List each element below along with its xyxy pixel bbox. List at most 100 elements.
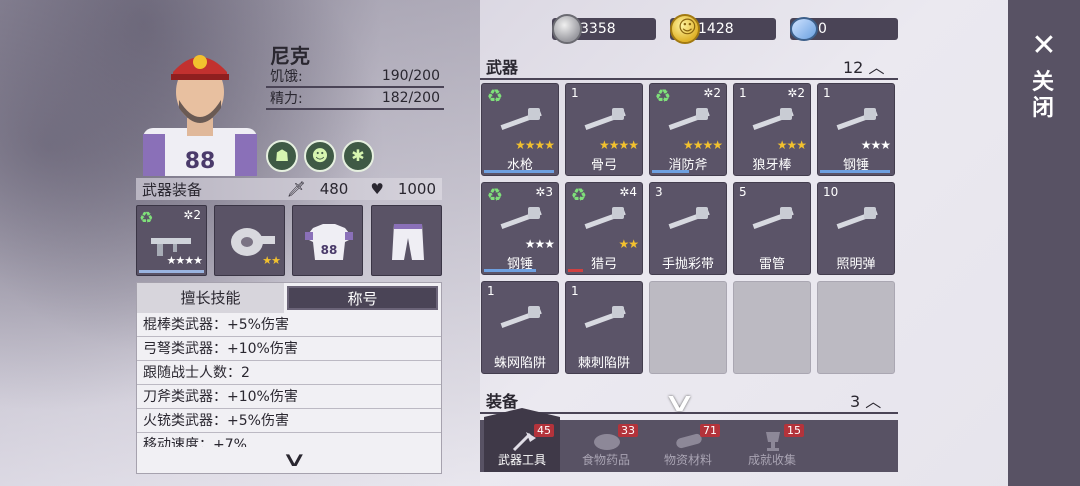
pants-icon bbox=[392, 224, 424, 260]
stat-energy-value: 182/200 bbox=[381, 90, 440, 106]
chevron-down-icon[interactable]: ∨ bbox=[281, 447, 307, 471]
item-stars: ★★★★ bbox=[682, 138, 723, 152]
chevron-up-icon[interactable]: ︿ bbox=[868, 58, 884, 77]
empty-weapon-slot bbox=[733, 281, 811, 374]
weapon-item[interactable]: 3 手抛彩带 bbox=[649, 182, 727, 275]
stat-hunger: 饥饿: 190/200 bbox=[266, 66, 444, 88]
tab-skills[interactable]: 擅长技能 bbox=[137, 283, 284, 313]
equip-slot-weapon[interactable]: ♻ ✲2 ★★★★ bbox=[136, 205, 207, 276]
item-durability-bar bbox=[568, 269, 583, 272]
weapon-art-icon bbox=[752, 108, 794, 131]
item-gear-level: ✲2 bbox=[787, 86, 805, 100]
photo-ticket-icon bbox=[790, 17, 818, 41]
stat-energy-label: 精力: bbox=[270, 91, 303, 107]
equipment-count[interactable]: 3 ︿ bbox=[850, 388, 881, 412]
tab-label: 食物药品 bbox=[581, 453, 630, 467]
skill-line: 弓弩类武器：+10%伤害 bbox=[137, 337, 441, 361]
item-stars: ★★ bbox=[618, 237, 639, 251]
weapons-divider bbox=[480, 78, 898, 80]
weapon-art-icon bbox=[584, 306, 626, 329]
equipment-title: 装备 bbox=[486, 392, 519, 411]
weapon-art-icon bbox=[668, 207, 710, 230]
item-gear-level: ✲2 bbox=[703, 86, 721, 100]
tab-label: 武器工具 bbox=[497, 453, 546, 467]
item-stars: ★★★★ bbox=[514, 138, 555, 152]
weapons-title: 武器 bbox=[486, 58, 519, 77]
item-stars: ★★★ bbox=[860, 138, 891, 152]
weapon-item[interactable]: 10 照明弹 bbox=[817, 182, 895, 275]
item-quantity: 1 bbox=[571, 86, 579, 100]
character-name: 尼克 bbox=[270, 44, 310, 68]
equip-slot-shirt[interactable]: 88 bbox=[292, 205, 363, 276]
body-icon[interactable]: ✱ bbox=[342, 140, 374, 172]
tab-materials[interactable]: 71 物资材料 bbox=[650, 420, 726, 472]
weapon-art-icon bbox=[500, 108, 542, 131]
item-stars: ★★★★ bbox=[598, 138, 639, 152]
close-icon[interactable]: ✕ bbox=[1030, 31, 1058, 61]
item-name: 棘刺陷阱 bbox=[577, 356, 630, 371]
weapon-item[interactable]: ♻ ✲4 ★★ 猎弓 bbox=[565, 182, 643, 275]
item-quantity: 1 bbox=[571, 284, 579, 298]
mood-icon[interactable]: ☻ bbox=[304, 140, 336, 172]
stat-hunger-label: 饥饿: bbox=[270, 69, 303, 85]
tab-count-badge: 15 bbox=[784, 424, 804, 437]
tab-label: 物资材料 bbox=[663, 453, 712, 467]
close-button[interactable]: 关闭 bbox=[1030, 70, 1056, 122]
tab-weapon-tools[interactable]: 45 武器工具 bbox=[484, 408, 560, 472]
skill-line: 刀斧类武器：+10%伤害 bbox=[137, 385, 441, 409]
tab-food-medicine[interactable]: 33 食物药品 bbox=[568, 420, 644, 472]
tab-count-badge: 71 bbox=[700, 424, 720, 437]
weapon-item[interactable]: 1 ★★★ 钢锤 bbox=[817, 83, 895, 176]
silver-coin-icon bbox=[552, 14, 582, 44]
skill-line: 火铳类武器：+5%伤害 bbox=[137, 409, 441, 433]
weapon-art-icon bbox=[584, 108, 626, 131]
weapon-item[interactable]: ♻ ✲3 ★★★ 钢锤 bbox=[481, 182, 559, 275]
item-name: 蛛网陷阱 bbox=[493, 356, 546, 371]
sword-icon: 🗡 bbox=[286, 180, 306, 198]
skill-line: 棍棒类武器：+5%伤害 bbox=[137, 313, 441, 337]
weapons-count[interactable]: 12 ︿ bbox=[843, 54, 884, 78]
weapon-item[interactable]: 1 蛛网陷阱 bbox=[481, 281, 559, 374]
weapon-equip-title: 武器装备 bbox=[142, 180, 203, 199]
weapon-art-icon bbox=[836, 207, 878, 230]
equip-slot-accessory[interactable]: ★★ bbox=[214, 205, 285, 276]
stat-hunger-value: 190/200 bbox=[381, 68, 440, 84]
skill-line: 跟随战士人数：2 bbox=[137, 361, 441, 385]
stat-energy: 精力: 182/200 bbox=[266, 88, 444, 110]
item-quantity: 5 bbox=[739, 185, 747, 199]
weapon-item[interactable]: ♻ ✲2 ★★★★ 消防斧 bbox=[649, 83, 727, 176]
chevron-down-icon[interactable]: ∨ bbox=[662, 388, 696, 418]
svg-text:88: 88 bbox=[321, 243, 338, 257]
weapon-item[interactable]: 1 ✲2 ★★★ 狼牙棒 bbox=[733, 83, 811, 176]
weapon-item[interactable]: ♻ ★★★★ 水枪 bbox=[481, 83, 559, 176]
weapon-art-icon bbox=[668, 108, 710, 131]
equipment-tabs: 45 武器工具 33 食物药品 71 物资材料 15 成就收集 bbox=[480, 408, 898, 472]
item-quantity: 10 bbox=[823, 185, 839, 199]
item-gear-level: ✲4 bbox=[619, 185, 637, 199]
currency-ticket: 0 bbox=[790, 14, 898, 44]
weapon-equip-header: 武器装备 🗡 480 ♥ 1000 bbox=[136, 178, 442, 200]
item-name: 狼牙棒 bbox=[752, 158, 792, 173]
stomach-icon[interactable]: ☗ bbox=[266, 140, 298, 172]
weapon-art-icon bbox=[836, 108, 878, 131]
tab-count-badge: 45 bbox=[534, 424, 554, 437]
currency-gold: 1428 bbox=[670, 14, 776, 44]
tab-achievements[interactable]: 15 成就收集 bbox=[734, 420, 810, 472]
weapon-item[interactable]: 1 棘刺陷阱 bbox=[565, 281, 643, 374]
weapon-item[interactable]: 5 雷管 bbox=[733, 182, 811, 275]
slot-durability-bar bbox=[139, 270, 204, 273]
item-quantity: 1 bbox=[739, 86, 747, 100]
item-durability-bar bbox=[484, 170, 554, 173]
chevron-up-icon[interactable]: ︿ bbox=[865, 392, 881, 411]
weapon-art-icon bbox=[584, 207, 626, 230]
tab-label: 成就收集 bbox=[747, 453, 796, 467]
item-quantity: 1 bbox=[823, 86, 831, 100]
weapon-art-icon bbox=[500, 207, 542, 230]
tab-titles[interactable]: 称号 bbox=[287, 286, 438, 310]
slot-stars: ★★ bbox=[262, 254, 281, 267]
empty-weapon-slot bbox=[817, 281, 895, 374]
equip-slot-pants[interactable] bbox=[371, 205, 442, 276]
weapon-item[interactable]: 1 ★★★★ 骨弓 bbox=[565, 83, 643, 176]
item-durability-bar bbox=[652, 170, 689, 173]
item-name: 照明弹 bbox=[836, 257, 876, 272]
